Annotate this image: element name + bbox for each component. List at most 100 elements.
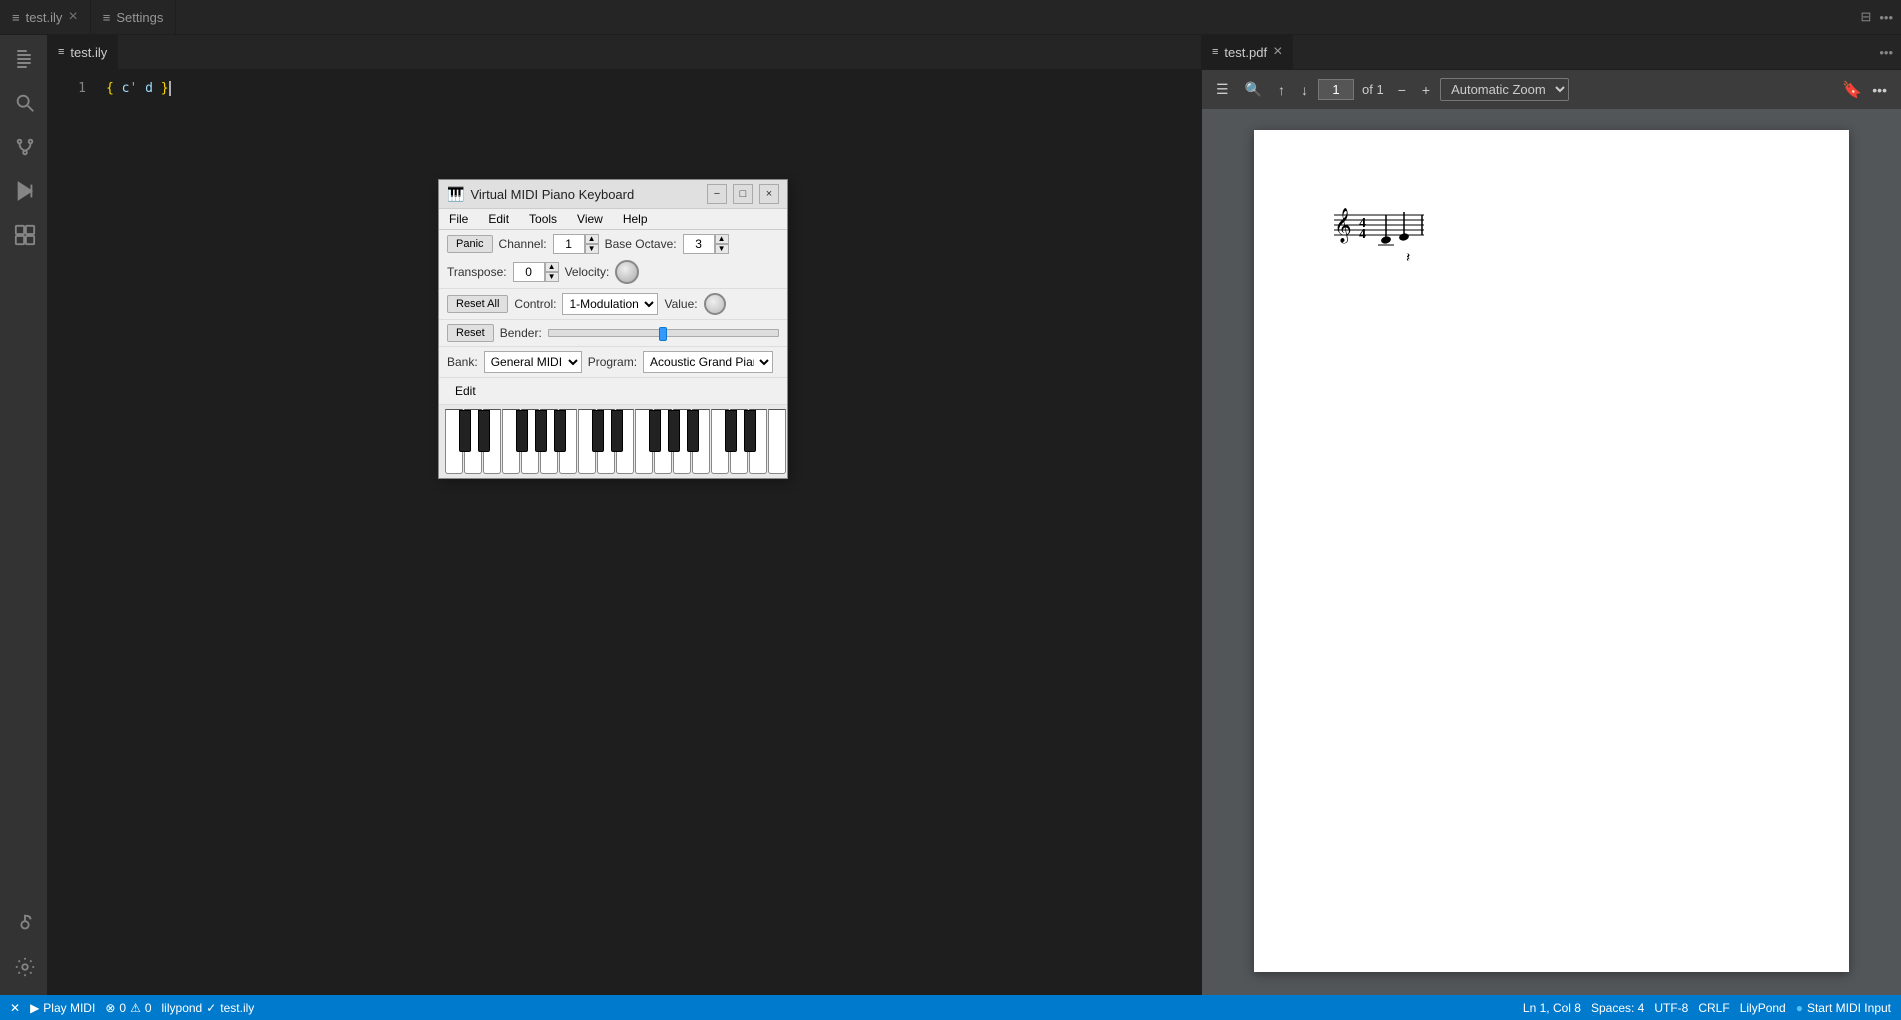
tab-icon: ≡ (12, 10, 20, 25)
black-key-3[interactable] (478, 410, 490, 452)
black-key-27[interactable] (744, 410, 756, 452)
black-key-6[interactable] (516, 410, 528, 452)
midi-control-select[interactable]: 1-Modulation (562, 293, 658, 315)
activity-icon-extensions[interactable] (4, 215, 44, 255)
pdf-search-button[interactable]: 🔍 (1239, 77, 1268, 102)
pdf-content[interactable]: 𝄞 4 4 𝄽 (1202, 110, 1901, 995)
pdf-page-count: of 1 (1362, 82, 1384, 97)
black-key-8[interactable] (535, 410, 547, 452)
midi-transpose-down[interactable]: ▼ (545, 272, 559, 282)
midi-bender-label: Bender: (500, 326, 542, 340)
midi-bender-track[interactable] (548, 329, 779, 337)
midi-menu-tools[interactable]: Tools (519, 209, 567, 229)
status-error-count[interactable]: ✕ (10, 1001, 20, 1015)
black-key-15[interactable] (611, 410, 623, 452)
piano-keyboard[interactable] (445, 409, 786, 474)
black-key-18[interactable] (649, 410, 661, 452)
midi-title-bar[interactable]: 🎹 Virtual MIDI Piano Keyboard − □ × (439, 180, 787, 209)
editor-tab-test-ily[interactable]: ≡ test.ily (48, 35, 118, 69)
pdf-tab[interactable]: ≡ test.pdf × (1202, 35, 1293, 69)
line-numbers: 1 (48, 70, 98, 995)
status-spaces[interactable]: Spaces: 4 (1591, 1001, 1644, 1015)
midi-channel-input[interactable] (553, 234, 585, 254)
black-key-1[interactable] (459, 410, 471, 452)
status-line-ending[interactable]: CRLF (1698, 1001, 1729, 1015)
token-octave: ' (129, 78, 137, 99)
midi-program-select[interactable]: Acoustic Grand Piano (643, 351, 773, 373)
tab-close-button[interactable]: × (68, 9, 77, 25)
midi-bender-thumb[interactable] (659, 327, 667, 341)
pdf-next-page-button[interactable]: ↓ (1295, 78, 1314, 102)
midi-menu-help[interactable]: Help (613, 209, 658, 229)
tab-test-ily[interactable]: ≡ test.ily × (0, 0, 91, 34)
status-encoding[interactable]: UTF-8 (1654, 1001, 1688, 1015)
activity-icon-run[interactable] (4, 171, 44, 211)
midi-bank-select[interactable]: General MIDI (484, 351, 582, 373)
editor-scrollbar[interactable] (1187, 70, 1201, 995)
activity-icon-lilypond[interactable] (4, 903, 44, 943)
midi-base-octave-down[interactable]: ▼ (715, 244, 729, 254)
midi-menu-file[interactable]: File (439, 209, 478, 229)
midi-transpose-input[interactable] (513, 262, 545, 282)
black-key-25[interactable] (725, 410, 737, 452)
midi-minimize-button[interactable]: − (707, 184, 727, 204)
midi-channel-spinner[interactable]: ▲ ▼ (553, 234, 599, 254)
pdf-page-input[interactable] (1318, 79, 1354, 100)
midi-menu-view[interactable]: View (567, 209, 613, 229)
midi-edit-label[interactable]: Edit (447, 382, 484, 400)
midi-dialog: 🎹 Virtual MIDI Piano Keyboard − □ × File… (438, 179, 788, 479)
midi-channel-up[interactable]: ▲ (585, 234, 599, 244)
pdf-prev-page-button[interactable]: ↑ (1272, 78, 1291, 102)
black-key-10[interactable] (554, 410, 566, 452)
pdf-zoom-select[interactable]: Automatic Zoom (1440, 78, 1569, 101)
token-note-d: d (145, 78, 153, 99)
midi-maximize-button[interactable]: □ (733, 184, 753, 204)
status-lilypond[interactable]: lilypond ✓ test.ily (162, 1001, 255, 1015)
status-play-midi[interactable]: ▶ Play MIDI (30, 1001, 95, 1015)
black-key-13[interactable] (592, 410, 604, 452)
status-language[interactable]: LilyPond (1740, 1001, 1786, 1015)
midi-transpose-spinner[interactable]: ▲ ▼ (513, 262, 559, 282)
notification-label: Start MIDI Input (1807, 1001, 1891, 1015)
activity-icon-search[interactable] (4, 83, 44, 123)
midi-value-knob[interactable] (704, 293, 726, 315)
svg-text:𝄞: 𝄞 (1334, 208, 1352, 244)
black-key-20[interactable] (668, 410, 680, 452)
lilypond-label: lilypond (162, 1001, 203, 1015)
midi-transpose-up[interactable]: ▲ (545, 262, 559, 272)
midi-panic-button[interactable]: Panic (447, 235, 493, 253)
white-key-17[interactable] (768, 409, 786, 474)
midi-velocity-knob[interactable] (615, 260, 639, 284)
pdf-more-actions[interactable]: ••• (1879, 45, 1893, 60)
play-icon: ▶ (30, 1001, 39, 1015)
midi-close-button[interactable]: × (759, 184, 779, 204)
pdf-sidebar-toggle[interactable]: ☰ (1210, 77, 1235, 102)
midi-channel-down[interactable]: ▼ (585, 244, 599, 254)
pdf-bookmark-icon[interactable]: 🔖 (1842, 80, 1862, 100)
midi-reset-button[interactable]: Reset (447, 324, 494, 342)
midi-base-octave-input[interactable] (683, 234, 715, 254)
tab-settings[interactable]: ≡ Settings (91, 0, 177, 34)
midi-base-octave-up[interactable]: ▲ (715, 234, 729, 244)
activity-icon-gear[interactable] (4, 947, 44, 987)
language-label: LilyPond (1740, 1001, 1786, 1015)
layout-icon[interactable]: ⊟ (1860, 9, 1871, 25)
activity-icon-files[interactable] (4, 39, 44, 79)
midi-transpose-spinner-btns: ▲ ▼ (545, 262, 559, 282)
more-actions-icon[interactable]: ••• (1879, 10, 1893, 25)
midi-base-octave-spinner[interactable]: ▲ ▼ (683, 234, 729, 254)
status-position[interactable]: Ln 1, Col 8 (1523, 1001, 1581, 1015)
pdf-tab-close-button[interactable]: × (1273, 43, 1282, 61)
pdf-zoom-out-button[interactable]: − (1392, 78, 1412, 102)
token-open-brace: { (106, 78, 114, 99)
midi-reset-all-button[interactable]: Reset All (447, 295, 508, 313)
status-notification[interactable]: ● Start MIDI Input (1796, 1001, 1891, 1015)
editor-content[interactable]: 1 { c ' d } 🎹 (48, 70, 1201, 995)
midi-menu-edit[interactable]: Edit (478, 209, 519, 229)
status-errors[interactable]: ⊗ 0 ⚠ 0 (105, 1001, 151, 1015)
black-key-22[interactable] (687, 410, 699, 452)
activity-icon-source-control[interactable] (4, 127, 44, 167)
pdf-zoom-in-button[interactable]: + (1416, 78, 1436, 102)
pdf-more-button[interactable]: ••• (1866, 78, 1893, 102)
tab-label: Settings (116, 10, 163, 25)
